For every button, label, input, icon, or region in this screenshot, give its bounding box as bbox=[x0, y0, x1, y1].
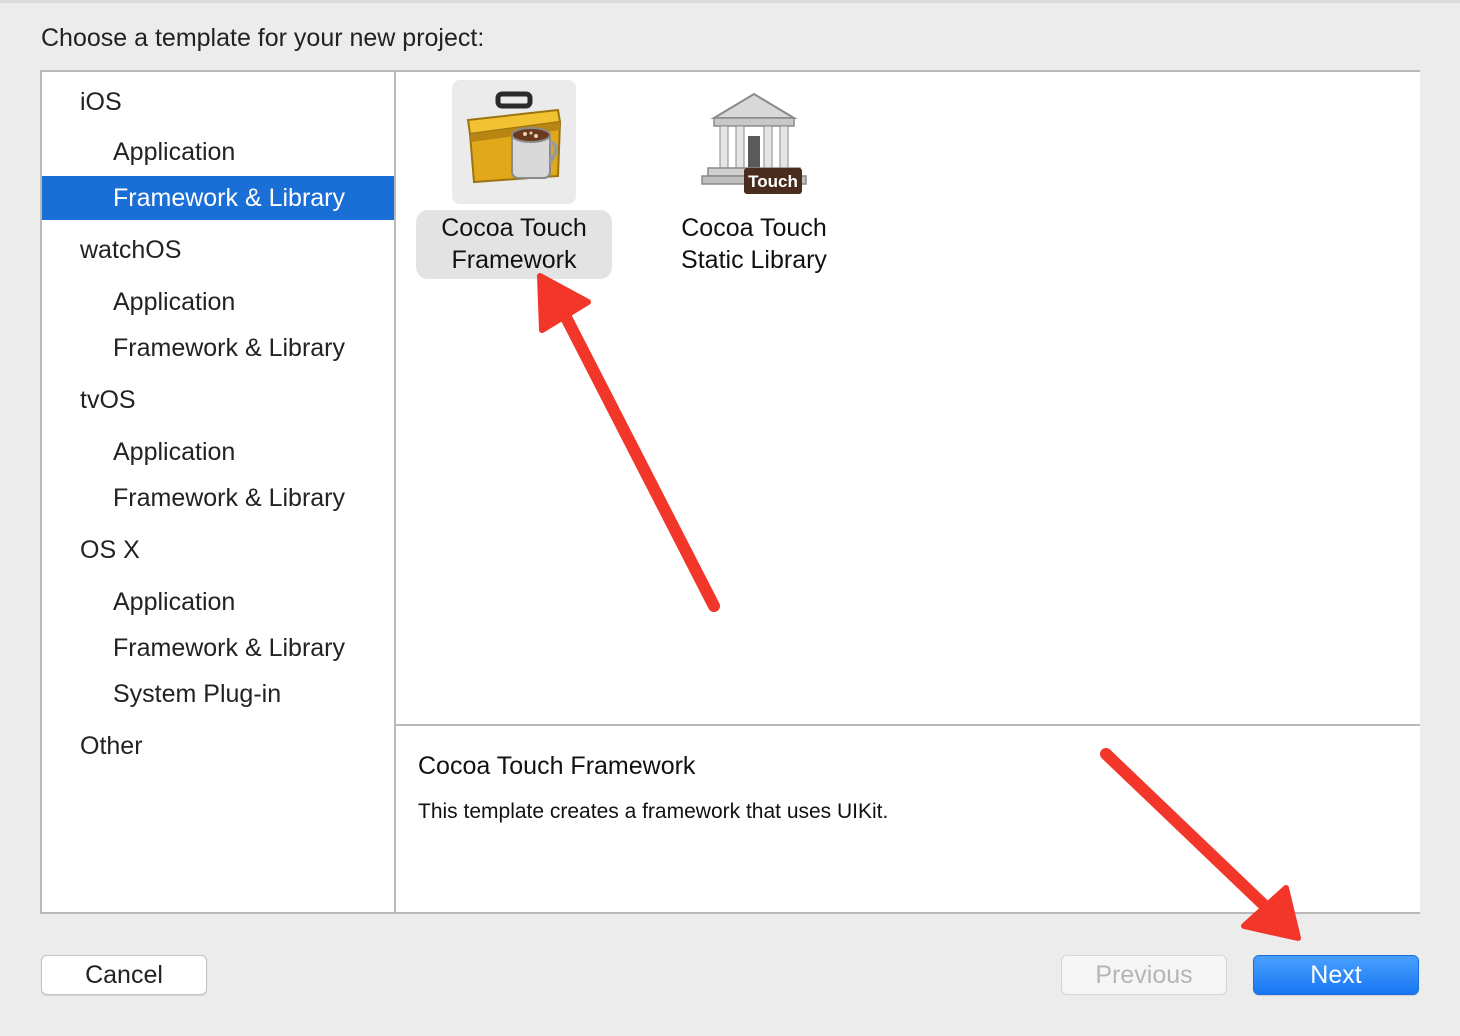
template-label-line2: Framework bbox=[451, 246, 577, 274]
toolbox-icon bbox=[466, 91, 562, 184]
sidebar-item-osx-framework-library[interactable]: Framework & Library bbox=[42, 626, 394, 670]
sidebar-header-tvos[interactable]: tvOS bbox=[42, 378, 394, 422]
template-grid: Cocoa Touch Framework Touch Cocoa Touch … bbox=[396, 72, 1420, 724]
sidebar-item-osx-application[interactable]: Application bbox=[42, 580, 394, 624]
sidebar-item-watchos-framework-library[interactable]: Framework & Library bbox=[42, 326, 394, 370]
template-description: Cocoa Touch Framework This template crea… bbox=[396, 726, 1420, 912]
description-title: Cocoa Touch Framework bbox=[418, 752, 696, 780]
cancel-button[interactable]: Cancel bbox=[41, 955, 207, 995]
template-label-line2: Static Library bbox=[681, 246, 827, 274]
template-cocoa-touch-framework[interactable]: Cocoa Touch Framework bbox=[414, 72, 614, 282]
template-label: Cocoa Touch Framework bbox=[416, 210, 612, 279]
template-icon-box: Touch bbox=[692, 80, 816, 204]
sidebar-item-tvos-application[interactable]: Application bbox=[42, 430, 394, 474]
template-label-line1: Cocoa Touch bbox=[681, 214, 827, 242]
sidebar-header-other[interactable]: Other bbox=[42, 724, 394, 768]
previous-button[interactable]: Previous bbox=[1061, 955, 1227, 995]
sidebar-item-ios-framework-library[interactable]: Framework & Library bbox=[42, 176, 394, 220]
touch-badge: Touch bbox=[748, 172, 798, 191]
sidebar-item-watchos-application[interactable]: Application bbox=[42, 280, 394, 324]
sidebar-item-tvos-framework-library[interactable]: Framework & Library bbox=[42, 476, 394, 520]
library-building-icon: Touch bbox=[701, 92, 807, 194]
description-text: This template creates a framework that u… bbox=[418, 800, 889, 823]
platform-sidebar: iOS Application Framework & Library watc… bbox=[42, 72, 396, 912]
window-top-edge bbox=[0, 0, 1460, 3]
template-label-line1: Cocoa Touch bbox=[441, 214, 587, 242]
template-label: Cocoa Touch Static Library bbox=[656, 210, 852, 279]
sidebar-header-ios[interactable]: iOS bbox=[42, 80, 394, 124]
sidebar-item-osx-system-plugin[interactable]: System Plug-in bbox=[42, 672, 394, 716]
sidebar-item-ios-application[interactable]: Application bbox=[42, 130, 394, 174]
next-button[interactable]: Next bbox=[1253, 955, 1419, 995]
template-icon-box bbox=[452, 80, 576, 204]
template-chooser-panel: iOS Application Framework & Library watc… bbox=[40, 70, 1420, 914]
sidebar-header-watchos[interactable]: watchOS bbox=[42, 228, 394, 272]
sidebar-header-osx[interactable]: OS X bbox=[42, 528, 394, 572]
template-cocoa-touch-static-library[interactable]: Touch Cocoa Touch Static Library bbox=[654, 72, 854, 282]
dialog-prompt: Choose a template for your new project: bbox=[41, 24, 485, 52]
